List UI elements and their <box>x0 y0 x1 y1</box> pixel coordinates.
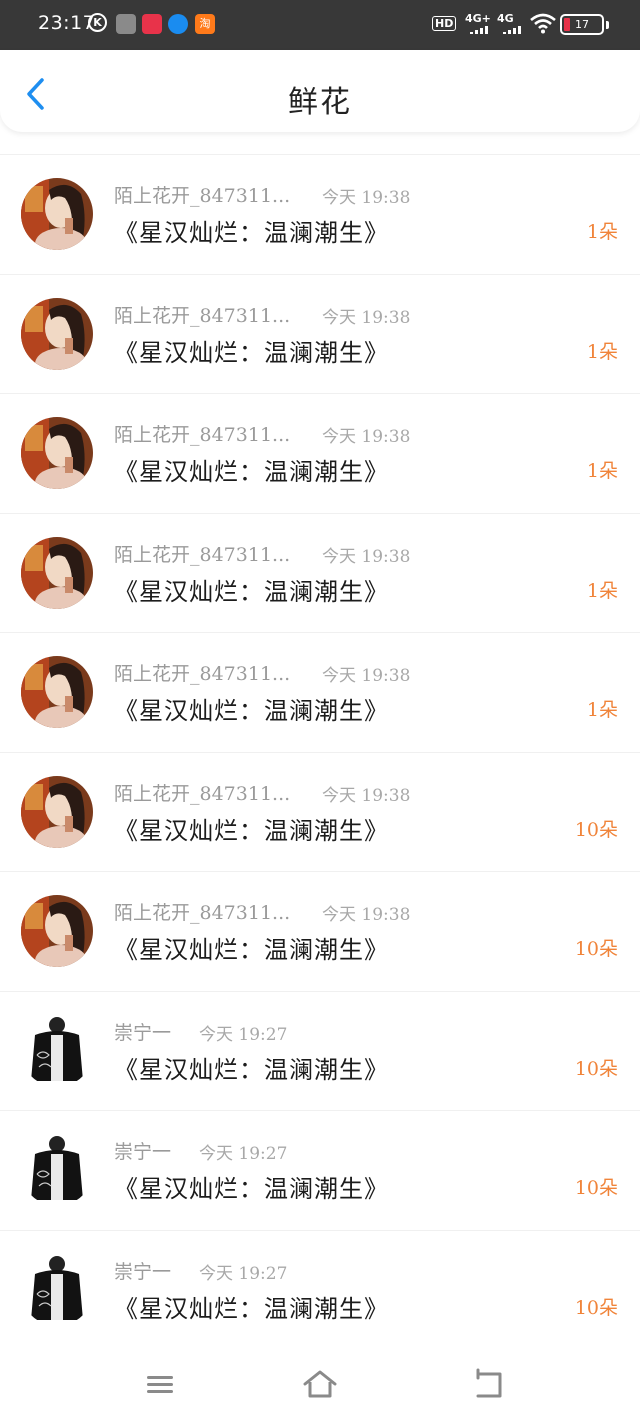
gift-list-item[interactable]: 崇宁一 今天 19:27 《星汉灿烂：温澜潮生》 10朵 <box>0 1229 640 1350</box>
gift-time: 今天 19:38 <box>322 905 411 925</box>
flower-count: 1朵 <box>586 340 618 363</box>
menu-button[interactable] <box>142 1366 178 1402</box>
user-name: 陌上花开_847311... <box>114 902 291 924</box>
book-title: 《星汉灿烂：温澜潮生》 <box>114 338 389 367</box>
flower-count: 10朵 <box>574 1057 618 1080</box>
bottom-nav <box>0 1350 640 1422</box>
avatar[interactable] <box>21 895 93 967</box>
status-time: 23:17 <box>38 12 96 34</box>
app-icon-xiaohongshu <box>142 14 162 34</box>
battery-level: 17 <box>575 18 589 31</box>
gift-list: 陌上花开_847311... 今天 19:38 《星汉灿烂：温澜潮生》 1朵 陌上花开_… <box>0 154 640 1349</box>
avatar-girl-image <box>21 656 93 728</box>
book-title: 《星汉灿烂：温澜潮生》 <box>114 1294 389 1323</box>
avatar[interactable] <box>21 1014 93 1087</box>
avatar[interactable] <box>21 178 93 250</box>
user-name: 陌上花开_847311... <box>114 782 291 805</box>
book-title: 《星汉灿烂：温澜潮生》 <box>114 697 389 725</box>
signal-icon-2 <box>503 26 521 34</box>
flower-count: 10朵 <box>574 938 618 960</box>
avatar-girl-image <box>21 536 93 609</box>
user-name: 陌上花开_847311... <box>114 424 291 446</box>
avatar[interactable] <box>21 417 93 489</box>
avatar-girl-image <box>21 297 93 370</box>
gift-time: 今天 19:38 <box>322 427 411 447</box>
book-title: 《星汉灿烂：温澜潮生》 <box>114 1055 389 1084</box>
flower-count: 10朵 <box>574 818 618 841</box>
avatar-robe-image <box>21 1134 93 1206</box>
page-title: 鲜花 <box>288 85 352 120</box>
book-title: 《星汉灿烂：温澜潮生》 <box>114 577 389 606</box>
gift-time: 今天 19:38 <box>322 188 411 208</box>
signal-icon <box>470 26 488 34</box>
nav-bar: 鲜花 <box>0 50 640 132</box>
gift-time: 今天 19:38 <box>322 785 411 806</box>
battery-cap <box>606 21 609 29</box>
avatar-robe-image <box>21 1253 93 1326</box>
battery-icon: 17 <box>560 14 604 35</box>
hd-icon: HD <box>432 16 457 31</box>
user-name: 崇宁一 <box>114 1260 172 1283</box>
flower-count: 1朵 <box>586 699 618 721</box>
user-name: 陌上花开_847311... <box>114 304 291 327</box>
k-icon: K <box>88 13 107 32</box>
status-bar: 23:17 K 淘 HD 4G+ 4G 17 <box>0 0 640 50</box>
page: 23:17 K 淘 HD 4G+ 4G 17 鲜花 陌上花开_847311...… <box>0 0 640 1422</box>
flower-count: 10朵 <box>574 1296 618 1319</box>
taobao-icon: 淘 <box>195 14 215 34</box>
wifi-icon <box>530 13 556 34</box>
gift-time: 今天 19:38 <box>322 546 411 567</box>
user-name: 陌上花开_847311... <box>114 185 291 207</box>
gift-list-item[interactable]: 陌上花开_847311... 今天 19:38 《星汉灿烂：温澜潮生》 1朵 <box>0 273 640 394</box>
book-title: 《星汉灿烂：温澜潮生》 <box>114 458 389 486</box>
gift-list-item[interactable]: 陌上花开_847311... 今天 19:38 《星汉灿烂：温澜潮生》 10朵 <box>0 751 640 872</box>
app-icon-blue <box>168 14 188 34</box>
avatar-girl-image <box>21 178 93 250</box>
avatar-girl-image <box>21 775 93 848</box>
user-name: 崇宁一 <box>114 1141 172 1163</box>
app-icon-gray <box>116 14 136 34</box>
flower-count: 10朵 <box>574 1177 618 1199</box>
avatar[interactable] <box>21 1253 93 1326</box>
avatar[interactable] <box>21 536 93 609</box>
back-icon <box>476 1368 502 1398</box>
gift-list-item[interactable]: 崇宁一 今天 19:27 《星汉灿烂：温澜潮生》 10朵 <box>0 1110 640 1230</box>
avatar[interactable] <box>21 775 93 848</box>
avatar[interactable] <box>21 1134 93 1206</box>
book-title: 《星汉灿烂：温澜潮生》 <box>114 816 389 845</box>
flower-count: 1朵 <box>586 579 618 602</box>
gift-time: 今天 19:27 <box>199 1144 288 1164</box>
gift-list-item[interactable]: 陌上花开_847311... 今天 19:38 《星汉灿烂：温澜潮生》 1朵 <box>0 512 640 633</box>
network-4g-plus-label: 4G+ <box>465 12 491 25</box>
gift-time: 今天 19:27 <box>199 1024 288 1045</box>
user-name: 陌上花开_847311... <box>114 663 291 685</box>
gift-time: 今天 19:38 <box>322 666 411 686</box>
gift-time: 今天 19:38 <box>322 307 411 328</box>
book-title: 《星汉灿烂：温澜潮生》 <box>114 936 389 964</box>
gift-list-item[interactable]: 陌上花开_847311... 今天 19:38 《星汉灿烂：温澜潮生》 1朵 <box>0 393 640 513</box>
flower-count: 1朵 <box>586 460 618 482</box>
avatar-girl-image <box>21 417 93 489</box>
avatar-girl-image <box>21 895 93 967</box>
gift-list-item[interactable]: 陌上花开_847311... 今天 19:38 《星汉灿烂：温澜潮生》 1朵 <box>0 154 640 274</box>
home-icon <box>303 1370 337 1398</box>
avatar-robe-image <box>21 1014 93 1087</box>
system-back-button[interactable] <box>470 1366 506 1402</box>
network-4g-label: 4G <box>497 12 514 25</box>
gift-list-item[interactable]: 陌上花开_847311... 今天 19:38 《星汉灿烂：温澜潮生》 10朵 <box>0 871 640 991</box>
avatar[interactable] <box>21 656 93 728</box>
gift-list-item[interactable]: 崇宁一 今天 19:27 《星汉灿烂：温澜潮生》 10朵 <box>0 990 640 1111</box>
menu-icon <box>147 1376 173 1393</box>
gift-list-item[interactable]: 陌上花开_847311... 今天 19:38 《星汉灿烂：温澜潮生》 1朵 <box>0 632 640 752</box>
gift-time: 今天 19:27 <box>199 1263 288 1284</box>
book-title: 《星汉灿烂：温澜潮生》 <box>114 1175 389 1203</box>
book-title: 《星汉灿烂：温澜潮生》 <box>114 219 389 247</box>
user-name: 崇宁一 <box>114 1021 172 1044</box>
avatar[interactable] <box>21 297 93 370</box>
user-name: 陌上花开_847311... <box>114 543 291 566</box>
home-button[interactable] <box>302 1366 338 1402</box>
flower-count: 1朵 <box>586 221 618 243</box>
